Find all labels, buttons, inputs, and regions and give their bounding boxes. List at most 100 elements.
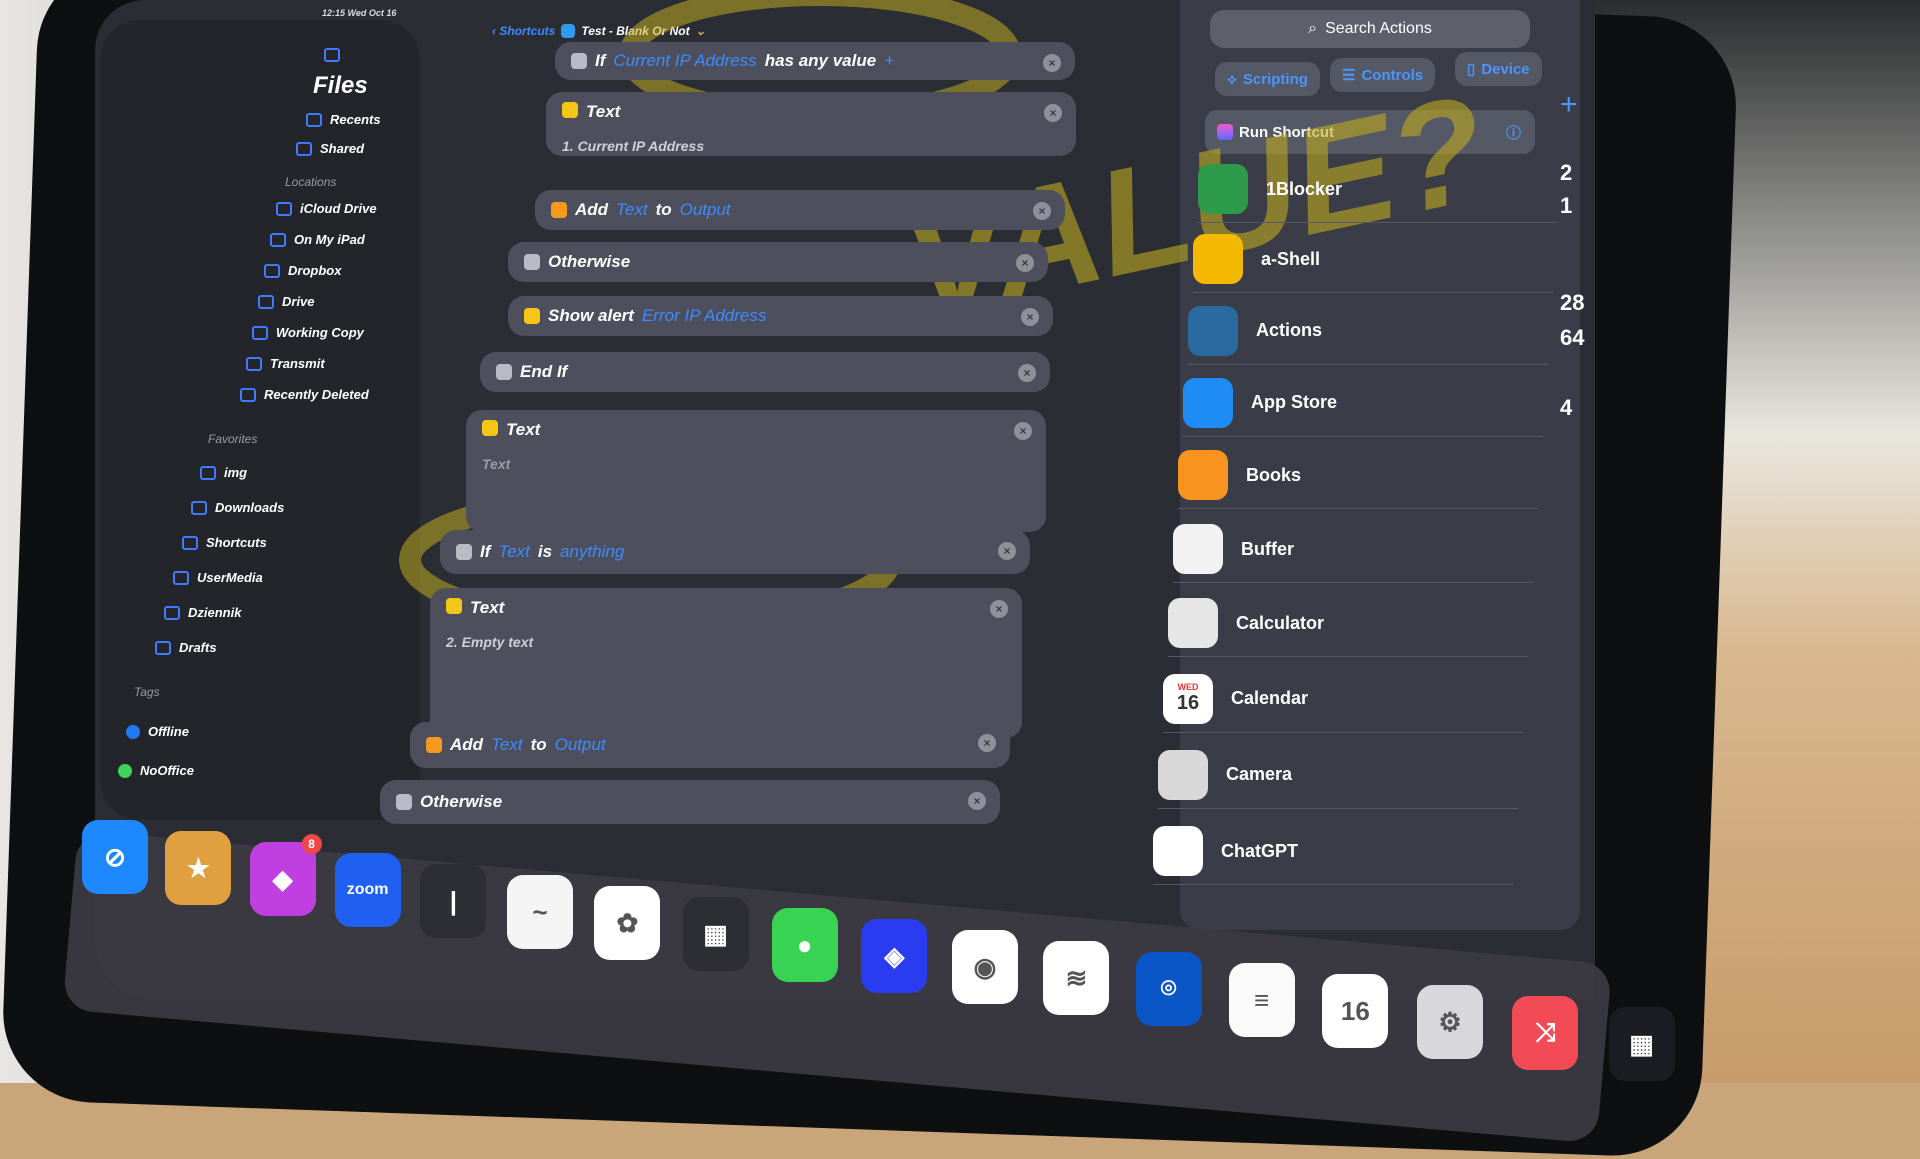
close-icon[interactable]: × <box>998 542 1016 560</box>
sidebar-item-label: Working Copy <box>276 325 364 340</box>
dock-icon-freeform[interactable]: ~ <box>507 875 573 949</box>
dock-icon-buffer[interactable]: ≋ <box>1043 941 1110 1015</box>
action-block[interactable]: Show alert Error IP Address × <box>508 296 1053 336</box>
dock-icon-calendar[interactable]: 16 <box>1322 974 1389 1048</box>
dock-icon-safari[interactable]: ⊘ <box>82 820 148 894</box>
action-keyword: Text <box>506 420 541 439</box>
sidebar-item[interactable]: On My iPad <box>270 232 365 247</box>
sidebar-item[interactable]: iCloud Drive <box>276 201 377 216</box>
dock-icon-ia-writer[interactable]: | <box>420 864 487 938</box>
close-icon[interactable]: × <box>1043 54 1061 72</box>
dock-icon-shortcuts[interactable]: ◈ <box>861 919 928 993</box>
action-parameter[interactable]: Current IP Address <box>613 51 756 71</box>
app-list-item[interactable]: Calculator <box>1168 598 1528 658</box>
dock-icon-zoom[interactable]: zoom <box>334 853 401 927</box>
sidebar-item[interactable]: Shortcuts <box>182 535 267 550</box>
dock-icon-recent-apps[interactable]: ▦ <box>1608 1007 1675 1081</box>
action-parameter[interactable]: Text <box>491 735 523 755</box>
category-chip[interactable]: ▯ Device <box>1455 52 1542 86</box>
action-block[interactable]: Otherwise × <box>380 780 1000 824</box>
app-list-item[interactable]: App Store <box>1183 377 1543 437</box>
dock-icon-1password[interactable]: ⌾ <box>1135 952 1202 1026</box>
app-list-item[interactable]: WED 16 Calendar <box>1163 673 1523 733</box>
app-list-item[interactable]: Buffer <box>1173 524 1533 583</box>
dock-icon-app-folder[interactable]: ▦ <box>682 897 749 971</box>
action-parameter[interactable]: anything <box>560 542 624 562</box>
text-placeholder[interactable]: Text <box>482 456 510 472</box>
sidebar-item[interactable]: Recents <box>306 112 381 127</box>
sidebar-item[interactable]: Drafts <box>155 640 217 655</box>
safari-glyph-icon: ⊘ <box>104 841 126 872</box>
close-icon[interactable]: × <box>1016 254 1034 272</box>
app-icon <box>1168 598 1218 649</box>
device-icon: ▯ <box>1467 61 1476 78</box>
close-icon[interactable]: × <box>1044 104 1062 122</box>
app-list-item[interactable]: 1Blocker <box>1198 164 1558 223</box>
action-parameter[interactable]: + <box>884 51 894 71</box>
action-parameter[interactable]: Output <box>555 735 606 755</box>
action-block[interactable]: End If × <box>480 352 1050 392</box>
sidebar-item[interactable]: Dropbox <box>264 263 341 278</box>
sidebar-item[interactable]: Drive <box>258 294 315 309</box>
sidebar-item[interactable]: Shared <box>296 141 364 156</box>
sidebar-item[interactable]: Working Copy <box>252 325 364 340</box>
action-block[interactable]: Add Text to Output × <box>535 190 1065 230</box>
action-parameter[interactable]: Output <box>680 200 731 220</box>
dock-icon-chrome[interactable]: ◉ <box>952 930 1018 1004</box>
close-icon[interactable]: × <box>990 600 1008 618</box>
close-icon[interactable]: × <box>968 792 986 810</box>
close-icon[interactable]: × <box>978 734 996 752</box>
action-keyword: Text <box>470 598 505 617</box>
sidebar-item[interactable]: img <box>200 465 247 480</box>
photos-glyph-icon: ✿ <box>616 907 639 938</box>
sidebar-item[interactable]: Dziennik <box>164 605 241 620</box>
action-block[interactable]: Text Text × <box>466 410 1046 532</box>
action-block[interactable]: Text 1. Current IP Address × <box>546 92 1076 156</box>
text-content[interactable]: 1. Current IP Address <box>562 138 704 154</box>
sidebar-item[interactable]: Recently Deleted <box>240 387 369 402</box>
folder-icon <box>182 535 198 550</box>
dock-icon-shuffle[interactable]: ⤨ <box>1512 996 1579 1070</box>
action-keyword: Show alert <box>548 306 634 325</box>
dock-icon-photos[interactable]: ✿ <box>594 886 661 960</box>
dock-icon-craft[interactable]: ◆ 8 <box>249 834 322 916</box>
action-block[interactable]: Otherwise × <box>508 242 1048 282</box>
sidebar-tag[interactable]: NoOffice <box>118 763 194 778</box>
action-icon <box>524 308 540 324</box>
app-icon <box>1188 305 1238 356</box>
close-icon[interactable]: × <box>1018 364 1036 382</box>
action-parameter[interactable]: Text <box>498 542 530 562</box>
close-icon[interactable]: × <box>1033 202 1051 220</box>
app-list-item[interactable]: Books <box>1178 450 1538 510</box>
text-content[interactable]: 2. Empty text <box>446 634 533 650</box>
sidebar-tag[interactable]: Offline <box>126 724 189 739</box>
dock-icon-messages[interactable]: ● <box>771 908 838 982</box>
action-block[interactable]: If Current IP Address has any value + × <box>555 42 1075 80</box>
app-list-item[interactable]: Actions <box>1188 305 1548 365</box>
category-chip[interactable]: ⟡ Scripting <box>1215 62 1320 96</box>
close-icon[interactable]: × <box>1014 422 1032 440</box>
action-block[interactable]: Text 2. Empty text × <box>430 588 1022 738</box>
app-list-item[interactable]: a-Shell <box>1193 234 1553 294</box>
category-chip[interactable]: ☰ Controls <box>1330 58 1436 92</box>
close-icon[interactable]: × <box>1021 308 1039 326</box>
sidebar-item[interactable]: Transmit <box>246 356 325 371</box>
action-parameter[interactable]: Text <box>616 200 648 220</box>
dock-icon-settings[interactable]: ⚙ <box>1417 985 1483 1059</box>
shortcuts-glyph-icon: ◈ <box>884 940 905 971</box>
action-block[interactable]: If Text is anything × <box>440 530 1030 574</box>
recent-apps-glyph-icon: ▦ <box>1629 1028 1654 1059</box>
dock-icon-notes[interactable]: ≡ <box>1228 963 1295 1037</box>
dock-icon-reeder[interactable]: ★ <box>165 831 232 905</box>
sidebar-item[interactable]: Downloads <box>191 500 284 515</box>
folder-icon <box>173 570 189 585</box>
calendar-date: 16 <box>1176 692 1200 715</box>
tag-dot-icon <box>118 763 132 778</box>
app-list-item[interactable]: ChatGPT <box>1153 826 1513 886</box>
action-block[interactable]: Add Text to Output × <box>410 722 1010 768</box>
sidebar-item[interactable]: UserMedia <box>173 570 263 585</box>
app-list-item[interactable]: Camera <box>1158 749 1518 809</box>
action-keyword: has any value <box>764 51 877 70</box>
folder-icon <box>276 201 292 216</box>
action-parameter[interactable]: Error IP Address <box>642 306 766 326</box>
